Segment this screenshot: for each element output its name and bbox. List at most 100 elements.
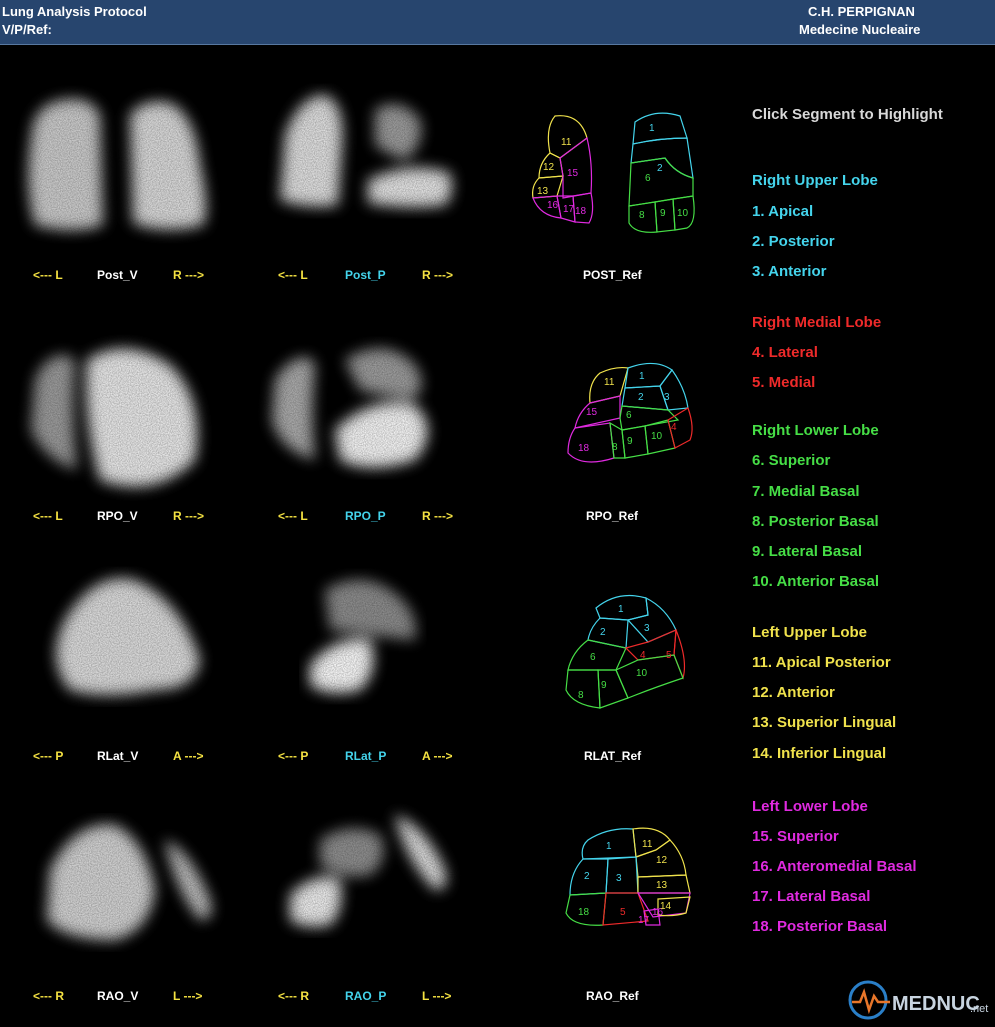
rlat-ref-diagram[interactable]: 1 2 3 6 4 5 10 8 9 — [558, 590, 698, 720]
scan-post-v[interactable] — [5, 55, 235, 295]
orient-left-label: <--- R — [33, 989, 64, 1003]
logo-text: MEDNUC — [892, 993, 980, 1015]
segment-link[interactable]: 10. Anterior Basal — [752, 573, 879, 590]
institution-name: C.H. PERPIGNAN — [808, 4, 915, 19]
orient-left-label: <--- P — [33, 749, 64, 763]
lobe-heading: Right Medial Lobe — [752, 314, 882, 331]
orient-right-label: R ---> — [422, 268, 453, 282]
seg-num: 3 — [664, 392, 670, 403]
segment-5[interactable] — [673, 629, 686, 680]
segment-link[interactable]: 1. Apical — [752, 203, 813, 220]
seg-num: 1 — [649, 123, 655, 134]
segment-link[interactable]: 15. Superior — [752, 828, 839, 845]
seg-num: 4 — [671, 422, 677, 433]
seg-num: 11 — [561, 137, 572, 148]
scan-post-p[interactable] — [250, 55, 480, 295]
segment-1[interactable] — [624, 362, 673, 389]
segment-link[interactable]: 13. Superior Lingual — [752, 714, 896, 731]
view-name-label: Post_P — [345, 268, 386, 282]
protocol-title: Lung Analysis Protocol — [2, 4, 147, 19]
segment-2[interactable] — [587, 617, 629, 649]
seg-num: 14 — [660, 901, 672, 912]
segment-link[interactable]: 8. Posterior Basal — [752, 513, 879, 530]
rpo-ref-diagram[interactable]: 11 1 3 2 15 6 18 8 9 10 4 — [560, 358, 700, 473]
segment-8[interactable] — [565, 669, 601, 709]
seg-num: 5 — [620, 907, 626, 918]
ref-name-label: RPO_Ref — [586, 509, 639, 523]
seg-num: 3 — [616, 873, 622, 884]
scan-rpo-v[interactable] — [5, 300, 235, 540]
seg-num: 12 — [543, 162, 555, 173]
segment-link[interactable]: 18. Posterior Basal — [752, 918, 887, 935]
segment-18[interactable] — [567, 422, 615, 463]
post-ref-diagram[interactable]: 11 12 15 13 16 17 18 1 2 6 8 9 10 — [525, 108, 705, 238]
title-bar: Lung Analysis Protocol V/P/Ref: C.H. PER… — [0, 0, 995, 45]
seg-num: 1 — [618, 604, 624, 615]
seg-num: 13 — [537, 186, 549, 197]
seg-num: 5 — [666, 650, 672, 661]
orient-right-label: R ---> — [173, 268, 204, 282]
logo-suffix: .net — [970, 1003, 988, 1015]
segment-3[interactable] — [626, 596, 677, 643]
segment-link[interactable]: 3. Anterior — [752, 263, 826, 280]
view-name-label: RPO_P — [345, 509, 386, 523]
seg-num: 8 — [639, 210, 645, 221]
legend-instruction: Click Segment to Highlight — [752, 106, 943, 123]
view-name-label: RLat_V — [97, 749, 139, 763]
orient-right-label: L ---> — [173, 989, 203, 1003]
seg-num: 10 — [651, 431, 663, 442]
lobe-heading: Left Lower Lobe — [752, 798, 868, 815]
seg-num: 16 — [547, 200, 559, 211]
seg-num: 10 — [636, 668, 648, 679]
segment-3[interactable] — [605, 856, 639, 894]
segment-6[interactable] — [567, 639, 627, 671]
scan-rpo-p[interactable] — [250, 300, 480, 540]
segment-link[interactable]: 2. Posterior — [752, 233, 835, 250]
scan-rlat-p[interactable] — [250, 540, 480, 780]
seg-num: 1 — [606, 841, 612, 852]
orient-right-label: L ---> — [422, 989, 452, 1003]
segment-link[interactable]: 6. Superior — [752, 452, 830, 469]
segment-link[interactable]: 5. Medial — [752, 374, 815, 391]
seg-num: 18 — [578, 907, 590, 918]
segment-link[interactable]: 14. Inferior Lingual — [752, 745, 886, 762]
scan-rao-v[interactable] — [5, 780, 235, 1020]
lobe-heading: Right Lower Lobe — [752, 422, 879, 439]
segment-link[interactable]: 4. Lateral — [752, 344, 818, 361]
rao-ref-diagram[interactable]: 1 11 12 2 3 13 18 5 16 14 17 — [558, 825, 698, 940]
scan-rao-p[interactable] — [250, 780, 480, 1020]
segment-link[interactable]: 7. Medial Basal — [752, 483, 860, 500]
segment-link[interactable]: 11. Apical Posterior — [752, 654, 891, 671]
segment-15[interactable] — [574, 395, 621, 429]
orient-left-label: <--- L — [278, 509, 308, 523]
segment-link[interactable]: 12. Anterior — [752, 684, 835, 701]
scan-rlat-v[interactable] — [5, 540, 235, 780]
segment-link[interactable]: 9. Lateral Basal — [752, 543, 862, 560]
segment-link[interactable]: 17. Lateral Basal — [752, 888, 870, 905]
seg-num: 12 — [656, 855, 668, 866]
seg-num: 8 — [612, 442, 618, 453]
lobe-heading: Right Upper Lobe — [752, 172, 878, 189]
seg-num: 15 — [567, 168, 579, 179]
mednuc-logo: MEDNUC .net — [846, 976, 994, 1022]
ref-name-label: RLAT_Ref — [584, 749, 642, 763]
seg-num: 8 — [578, 690, 584, 701]
department-name: Medecine Nucleaire — [799, 22, 921, 37]
mednuc-logo-icon: MEDNUC .net — [848, 980, 988, 1020]
view-name-label: RAO_P — [345, 989, 387, 1003]
orient-right-label: A ---> — [422, 749, 453, 763]
seg-num: 18 — [578, 443, 590, 454]
segment-9[interactable] — [621, 425, 649, 459]
seg-num: 11 — [604, 377, 615, 388]
segment-10[interactable] — [615, 654, 684, 699]
segment-3[interactable] — [659, 368, 689, 411]
seg-num: 9 — [601, 680, 607, 691]
protocol-subtitle: V/P/Ref: — [2, 22, 52, 37]
segment-link[interactable]: 16. Anteromedial Basal — [752, 858, 917, 875]
orient-left-label: <--- L — [33, 268, 63, 282]
view-name-label: RPO_V — [97, 509, 138, 523]
ref-name-label: POST_Ref — [583, 268, 642, 282]
seg-num: 17 — [563, 204, 575, 215]
seg-num: 2 — [638, 392, 644, 403]
lobe-heading: Left Upper Lobe — [752, 624, 867, 641]
